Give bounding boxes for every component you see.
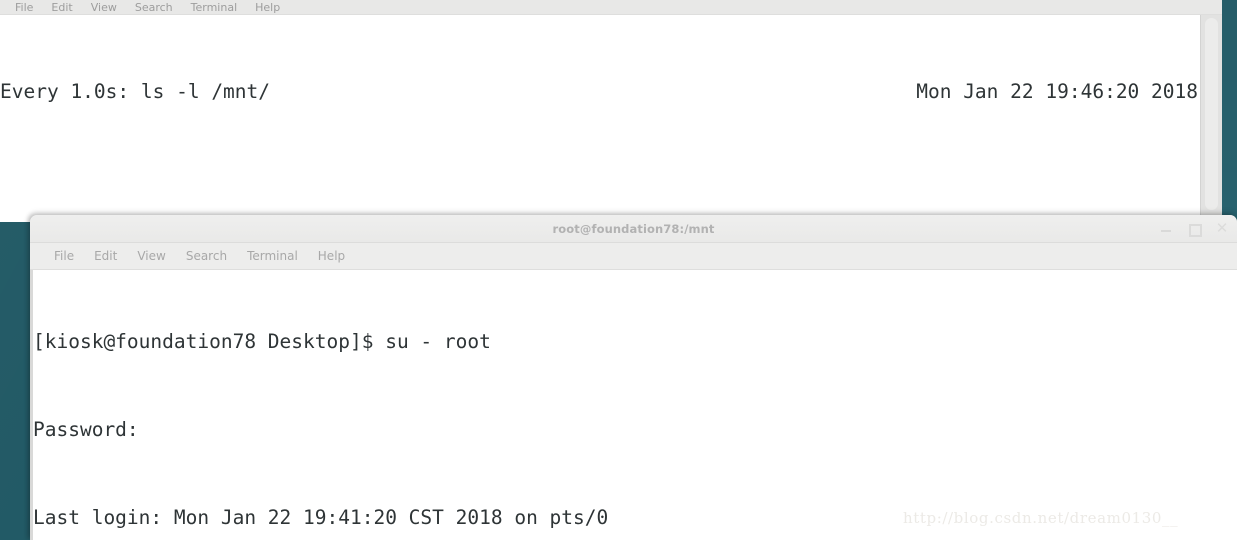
watch-terminal-content[interactable]: Every 1.0s: ls -l /mnt/ Mon Jan 22 19:46… (0, 15, 1200, 222)
watch-header-row: Every 1.0s: ls -l /mnt/ Mon Jan 22 19:46… (0, 77, 1198, 106)
menu-item-file[interactable]: File (44, 243, 84, 270)
menu-item-file[interactable]: File (6, 0, 42, 15)
menu-item-edit[interactable]: Edit (84, 243, 127, 270)
menu-item-help[interactable]: Help (308, 243, 355, 270)
root-terminal-content[interactable]: [kiosk@foundation78 Desktop]$ su - root … (30, 270, 1237, 540)
watch-window-menubar[interactable]: File Edit View Search Terminal Help (0, 0, 1222, 15)
watermark-text: http://blog.csdn.net/dream0130__ (903, 509, 1179, 527)
scrollbar-thumb[interactable] (1205, 18, 1218, 210)
menu-item-view[interactable]: View (127, 243, 175, 270)
minimize-icon[interactable] (1159, 222, 1173, 236)
menu-item-view[interactable]: View (82, 0, 126, 15)
menu-item-terminal[interactable]: Terminal (237, 243, 308, 270)
maximize-icon[interactable] (1187, 222, 1202, 237)
menu-item-edit[interactable]: Edit (42, 0, 81, 15)
root-terminal-window[interactable]: root@foundation78:/mnt ✕ File Edit View … (30, 215, 1237, 540)
close-icon[interactable]: ✕ (1215, 221, 1229, 236)
terminal-line: Password: (33, 418, 139, 441)
watch-window-scrollbar[interactable] (1200, 15, 1222, 222)
window-controls[interactable]: ✕ (1159, 215, 1232, 243)
menu-item-search[interactable]: Search (126, 0, 182, 15)
watch-command-text: Every 1.0s: ls -l /mnt/ (0, 80, 271, 104)
terminal-line: [kiosk@foundation78 Desktop]$ su - root (33, 330, 491, 354)
watch-terminal-window[interactable]: File Edit View Search Terminal Help Ever… (0, 0, 1222, 222)
watch-timestamp-text: Mon Jan 22 19:46:20 2018 (916, 80, 1198, 104)
window-title: root@foundation78:/mnt (552, 221, 715, 236)
menu-item-help[interactable]: Help (246, 0, 289, 15)
menu-item-terminal[interactable]: Terminal (182, 0, 247, 15)
menu-item-search[interactable]: Search (176, 243, 237, 270)
window-titlebar[interactable]: root@foundation78:/mnt ✕ (30, 215, 1237, 243)
root-window-menubar[interactable]: File Edit View Search Terminal Help (30, 243, 1237, 270)
